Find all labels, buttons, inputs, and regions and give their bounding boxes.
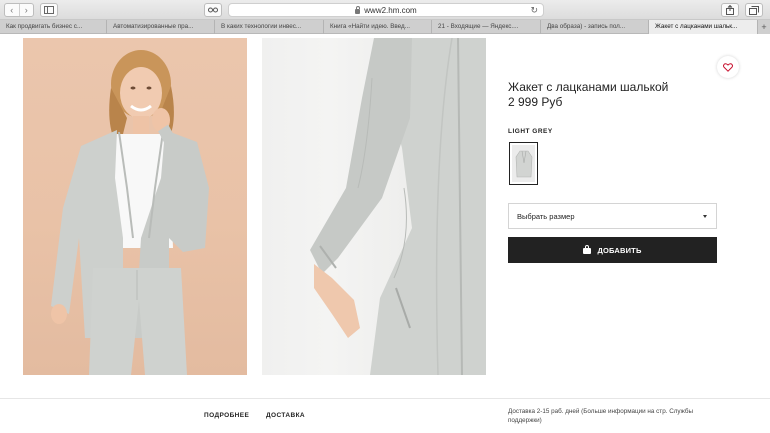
share-button[interactable] xyxy=(721,3,739,17)
product-price: 2 999 Руб xyxy=(508,95,563,109)
reader-icon xyxy=(208,7,218,13)
lock-icon xyxy=(355,5,361,14)
tabs-overview-button[interactable] xyxy=(745,3,763,17)
jacket-thumbnail-icon xyxy=(515,150,532,177)
tab-5[interactable]: Два образа) - запись пол... xyxy=(541,20,649,34)
address-bar[interactable]: www2.hm.com ↻ xyxy=(228,3,544,17)
heart-icon xyxy=(723,62,733,72)
delivery-info: Доставка 2-15 раб. дней (Больше информац… xyxy=(508,408,694,424)
bag-icon xyxy=(583,245,592,254)
browser-toolbar: ‹ › www2.hm.com ↻ xyxy=(0,0,770,20)
tab-delivery[interactable]: ДОСТАВКА xyxy=(266,412,305,419)
sidebar-button[interactable] xyxy=(40,3,58,17)
model-illustration xyxy=(51,50,209,375)
tab-bar: Как продвигать бизнес с... Автоматизиров… xyxy=(0,20,770,34)
tab-1[interactable]: Автоматизированные пра... xyxy=(107,20,215,34)
tab-2[interactable]: В каких технологии инвес... xyxy=(215,20,324,34)
tabs-icon xyxy=(749,5,759,15)
product-photo-detail[interactable] xyxy=(262,38,486,375)
add-to-bag-button[interactable]: ДОБАВИТЬ xyxy=(508,237,717,263)
swatch-thumbnail xyxy=(512,145,535,182)
reload-icon[interactable]: ↻ xyxy=(530,5,538,16)
product-title: Жакет с лацканами шалькой xyxy=(508,80,669,94)
tab-0[interactable]: Как продвигать бизнес с... xyxy=(0,20,107,34)
nav-buttons: ‹ › xyxy=(4,3,34,17)
back-icon[interactable]: ‹ xyxy=(5,4,19,16)
chevron-down-icon xyxy=(703,215,707,218)
tab-6-active[interactable]: Жакет с лацканами шальк... xyxy=(649,20,758,34)
sidebar-icon xyxy=(44,6,54,14)
product-footer: ПОДРОБНЕЕ ДОСТАВКА Доставка 2-15 раб. дн… xyxy=(0,398,770,433)
size-select-label: Выбрать размер xyxy=(517,211,575,221)
wishlist-button[interactable] xyxy=(717,56,739,78)
tab-3[interactable]: Книга «Найти идею. Введ... xyxy=(324,20,432,34)
forward-icon[interactable]: › xyxy=(18,4,34,16)
color-swatch-light-grey[interactable] xyxy=(509,142,538,185)
detail-illustration xyxy=(310,38,486,375)
color-name: LIGHT GREY xyxy=(508,128,553,135)
product-photo-model[interactable] xyxy=(23,38,247,375)
new-tab-button[interactable]: + xyxy=(758,20,770,34)
address-text: www2.hm.com xyxy=(364,5,417,15)
tab-4[interactable]: 21 - Входящие — Яндекс.... xyxy=(432,20,541,34)
size-select[interactable]: Выбрать размер xyxy=(508,203,717,229)
tab-details[interactable]: ПОДРОБНЕЕ xyxy=(204,412,249,419)
add-button-label: ДОБАВИТЬ xyxy=(597,245,642,255)
reader-button[interactable] xyxy=(204,3,222,17)
share-icon xyxy=(726,5,734,15)
